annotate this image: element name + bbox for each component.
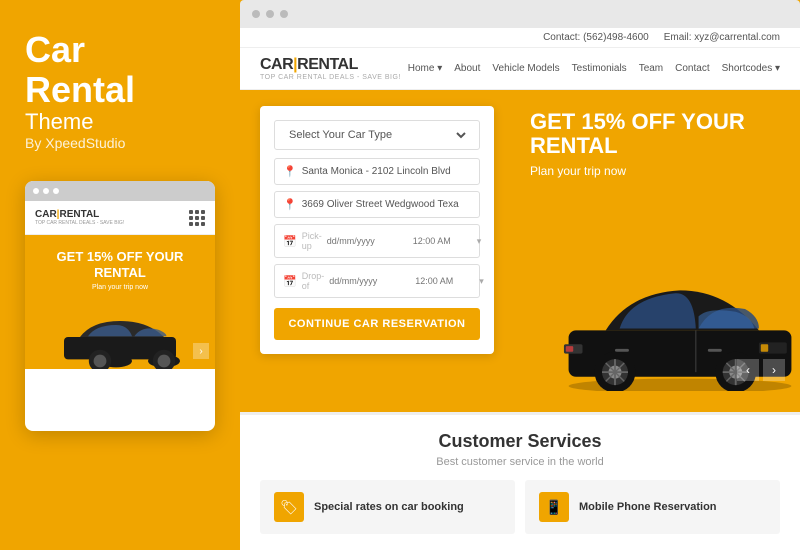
dropoff-datetime-row: 📅 Drop-of ▾ (274, 264, 480, 298)
nav-team[interactable]: Team (639, 63, 663, 74)
dropoff-time-area[interactable]: ▾ (407, 270, 487, 293)
hero-triangle-container (240, 396, 800, 412)
pickup-location-input[interactable] (302, 166, 471, 177)
service-label-1: Mobile Phone Reservation (579, 501, 717, 513)
mobile-hero: GET 15% OFF YOUR RENTAL Plan your trip n… (25, 235, 215, 299)
customer-subtitle: Best customer service in the world (260, 456, 780, 468)
service-card-1: 📱 Mobile Phone Reservation (525, 480, 780, 534)
pickup-location-row[interactable]: 📍 (274, 158, 480, 185)
car-type-select-row[interactable]: Select Your Car Type (274, 120, 480, 150)
nav-vehicle-models[interactable]: Vehicle Models (492, 63, 559, 74)
hero-next-button[interactable]: › (763, 359, 785, 381)
nav-testimonials[interactable]: Testimonials (572, 63, 627, 74)
left-panel: Car Rental Theme By XpeedStudio CAR|RENT… (0, 0, 240, 550)
email-info: Email: xyz@carrental.com (664, 32, 780, 43)
nav-about[interactable]: About (454, 63, 480, 74)
customer-services-section: Customer Services Best customer service … (240, 412, 800, 550)
nav-home[interactable]: Home ▾ (408, 63, 442, 74)
mobile-hero-title: GET 15% OFF YOUR RENTAL (35, 249, 205, 280)
mobile-car-image: › (25, 299, 215, 369)
site-nav: CAR|RENTAL TOP CAR RENTAL DEALS - SAVE B… (240, 48, 800, 90)
car-type-select[interactable]: Select Your Car Type (285, 128, 469, 142)
pickup-calendar-icon: 📅 (283, 235, 297, 248)
mobile-dot-1 (33, 188, 39, 194)
hero-right: GET 15% OFF YOUR RENTAL Plan your trip n… (510, 90, 800, 396)
pickup-time-area[interactable]: ▾ (405, 230, 485, 253)
dropoff-date-area[interactable]: 📅 Drop-of (275, 265, 407, 297)
hero-triangle (505, 396, 535, 411)
pickup-datetime-row: 📅 Pick-up ▾ (274, 224, 480, 258)
site-logo: CAR|RENTAL TOP CAR RENTAL DEALS - SAVE B… (260, 56, 401, 81)
contact-info: Contact: (562)498-4600 (543, 32, 649, 43)
nav-shortcodes[interactable]: Shortcodes ▾ (722, 63, 780, 74)
app-title: Car Rental (25, 30, 215, 109)
service-card-0: 🏷 Special rates on car booking (260, 480, 515, 534)
pickup-date-area[interactable]: 📅 Pick-up (275, 225, 405, 257)
dropoff-pin-icon: 📍 (283, 198, 297, 211)
dropoff-calendar-icon: 📅 (283, 275, 297, 288)
mobile-top-bar (25, 181, 215, 201)
site-topbar: Contact: (562)498-4600 Email: xyz@carren… (240, 28, 800, 48)
services-row: 🏷 Special rates on car booking 📱 Mobile … (260, 480, 780, 534)
browser-chrome (240, 0, 800, 28)
hero-arrows: ‹ › (737, 359, 785, 381)
site-nav-links: Home ▾ About Vehicle Models Testimonials… (408, 63, 780, 74)
pickup-date-input[interactable] (327, 236, 397, 246)
mobile-logo: CAR|RENTAL TOP CAR RENTAL DEALS - SAVE B… (35, 209, 124, 226)
hero-plan-text: Plan your trip now (530, 164, 780, 178)
app-subtitle: Theme (25, 109, 215, 135)
dropoff-location-row[interactable]: 📍 (274, 191, 480, 218)
pickup-label: Pick-up (302, 231, 322, 251)
mobile-mockup: CAR|RENTAL TOP CAR RENTAL DEALS - SAVE B… (25, 181, 215, 431)
mobile-hero-sub: Plan your trip now (35, 284, 205, 291)
browser-dot-1 (252, 10, 260, 18)
dropoff-label: Drop-of (302, 271, 325, 291)
dropoff-time-input[interactable] (415, 276, 475, 286)
site-hero: Select Your Car Type 📍 📍 (240, 90, 800, 396)
dropoff-location-input[interactable] (302, 199, 471, 210)
mobile-header: CAR|RENTAL TOP CAR RENTAL DEALS - SAVE B… (25, 201, 215, 235)
pickup-pin-icon: 📍 (283, 165, 297, 178)
right-panel: Contact: (562)498-4600 Email: xyz@carren… (240, 0, 800, 550)
hero-badge: GET 15% OFF YOUR RENTAL (530, 110, 780, 158)
mobile-dot-3 (53, 188, 59, 194)
mobile-next-arrow[interactable]: › (193, 343, 209, 359)
browser-dot-2 (266, 10, 274, 18)
service-icon-1: 📱 (539, 492, 569, 522)
mobile-dot-2 (43, 188, 49, 194)
pickup-time-arrow: ▾ (477, 236, 482, 247)
mobile-grid-icon (189, 210, 205, 226)
service-label-0: Special rates on car booking (314, 501, 464, 513)
service-icon-0: 🏷 (274, 492, 304, 522)
browser-content: Contact: (562)498-4600 Email: xyz@carren… (240, 28, 800, 550)
continue-reservation-button[interactable]: CONTINUE CAR RESERVATION (274, 308, 480, 340)
dropoff-date-input[interactable] (329, 276, 399, 286)
pickup-time-input[interactable] (413, 236, 473, 246)
app-by: By XpeedStudio (25, 135, 215, 151)
browser-dot-3 (280, 10, 288, 18)
nav-contact[interactable]: Contact (675, 63, 709, 74)
form-card: Select Your Car Type 📍 📍 (260, 106, 494, 354)
customer-title: Customer Services (260, 431, 780, 452)
hero-form-area: Select Your Car Type 📍 📍 (240, 90, 510, 396)
dropoff-time-arrow: ▾ (479, 276, 484, 287)
hero-prev-button[interactable]: ‹ (737, 359, 759, 381)
